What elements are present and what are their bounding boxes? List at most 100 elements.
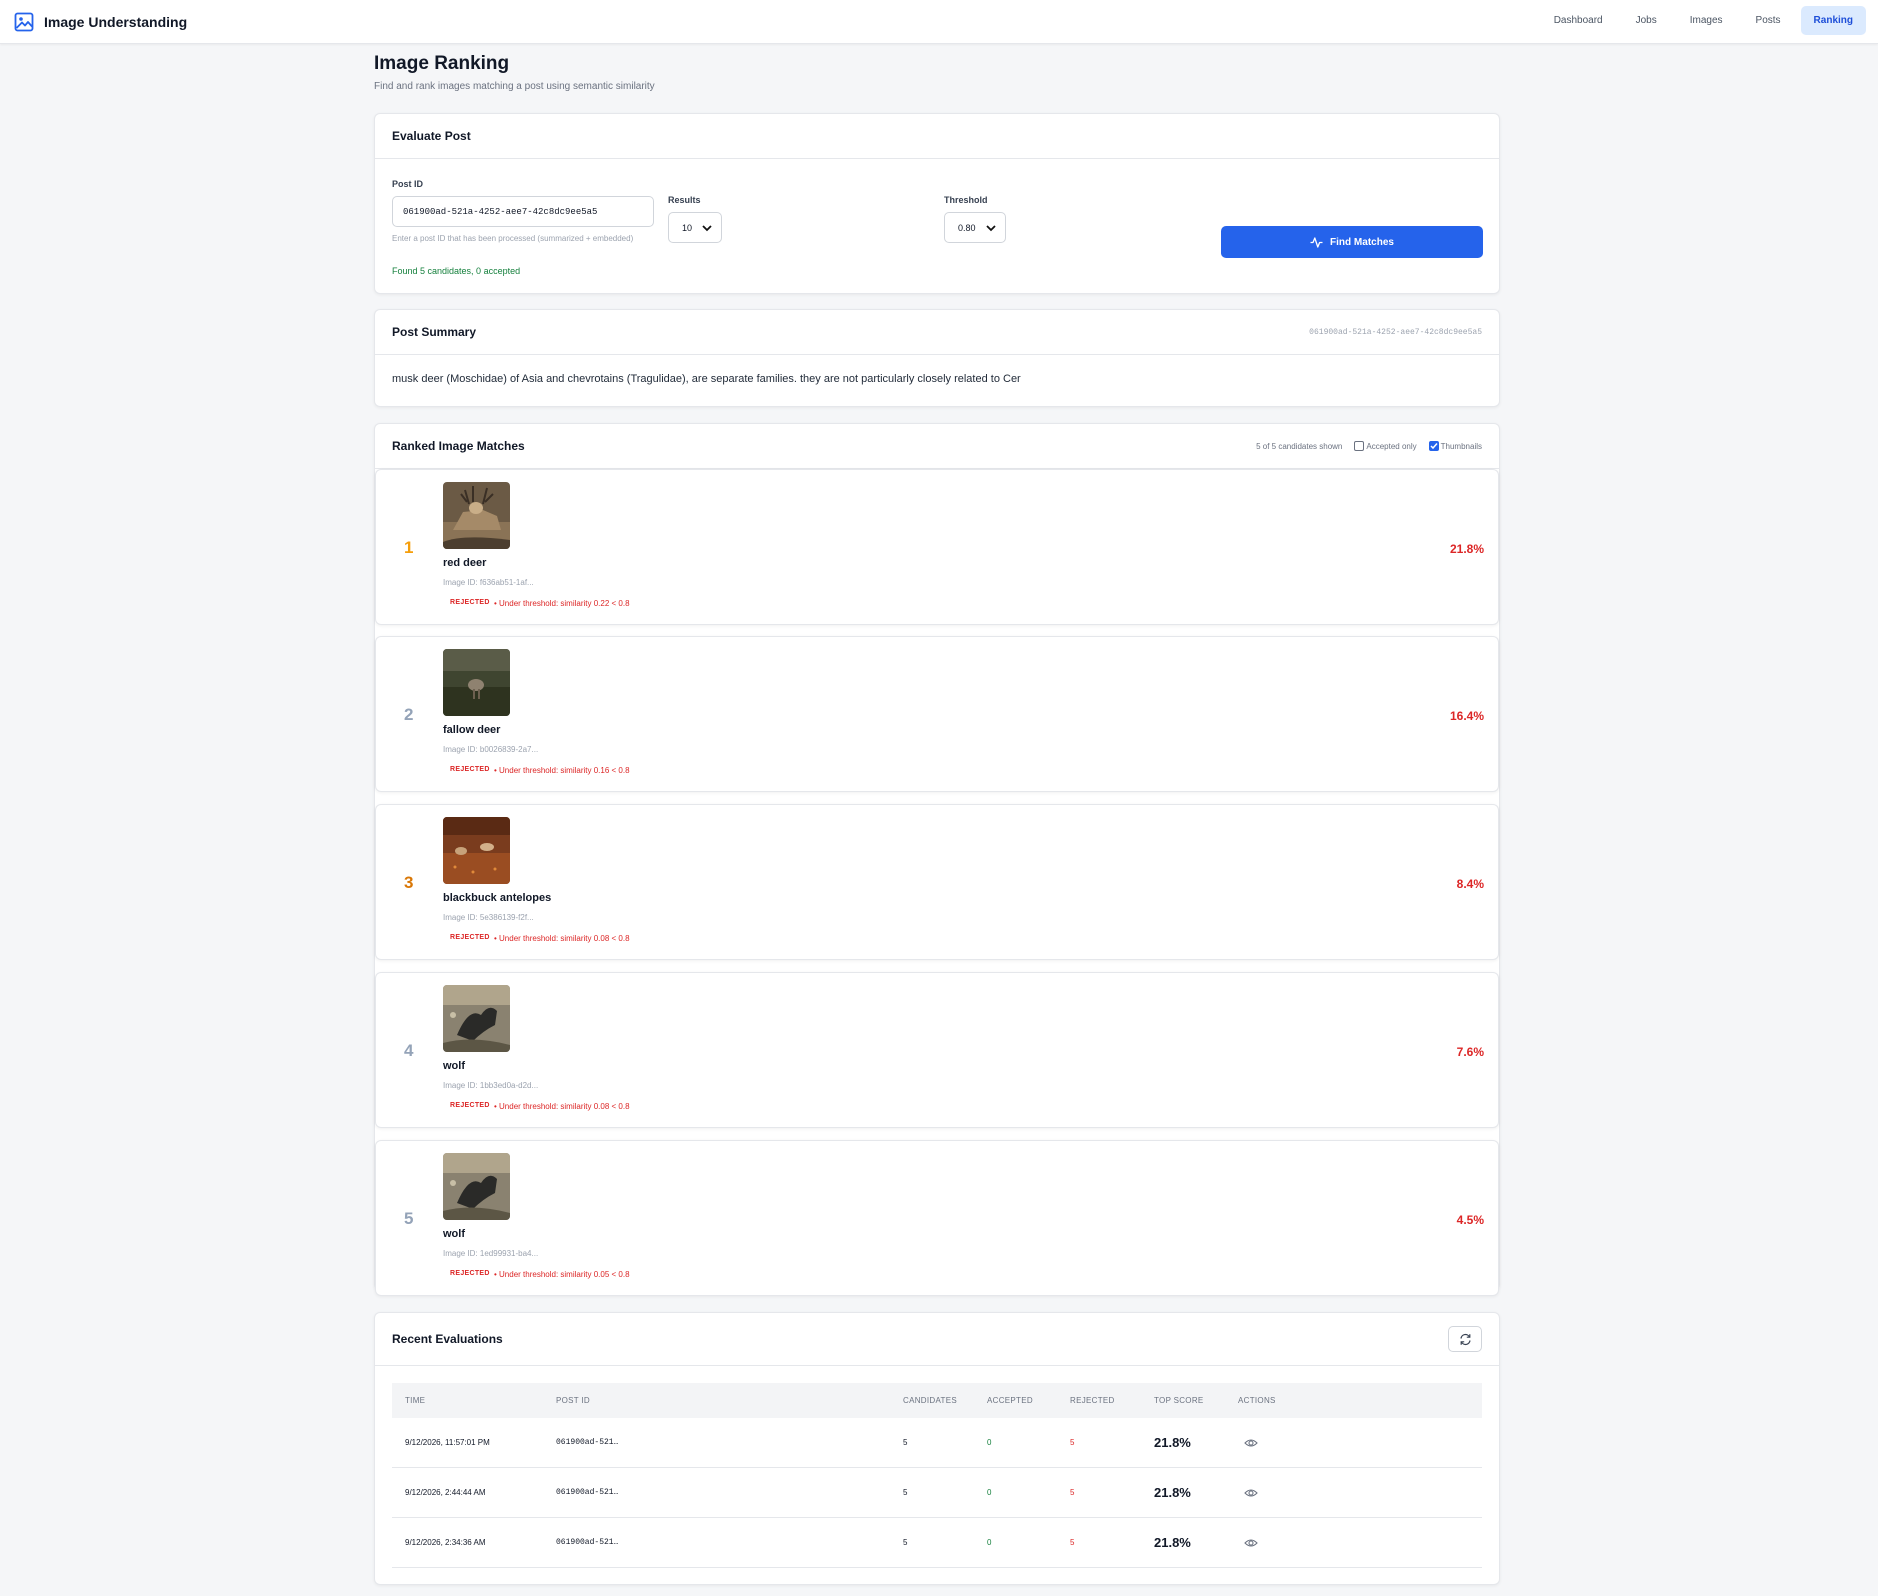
row-post-id: 061900ad-521… [556, 1488, 619, 1497]
nav-dashboard[interactable]: Dashboard [1541, 6, 1616, 35]
row-candidates: 5 [903, 1488, 908, 1497]
table-row: 9/12/2026, 2:34:36 AM 061900ad-521… 5 0 … [392, 1518, 1482, 1568]
match-image-id: Image ID: 1bb3ed0a-d2d... [443, 1081, 539, 1090]
match-image-id: Image ID: 5e386139-f2f... [443, 913, 534, 922]
match-score: 21.8% [1449, 542, 1484, 556]
match-label: wolf [443, 1060, 465, 1072]
col-post-id: POST ID [556, 1396, 590, 1405]
match-rank: 2 [404, 705, 414, 724]
match-image-id: Image ID: 1ed99931-ba4... [443, 1249, 539, 1258]
col-time: TIME [405, 1396, 426, 1405]
match-item[interactable]: 1 red deer Image ID: f636ab51-1af... REJ… [375, 469, 1499, 625]
col-actions: ACTIONS [1238, 1396, 1276, 1405]
view-button[interactable] [1244, 1418, 1258, 1467]
summary-text: musk deer (Moschidae) of Asia and chevro… [392, 373, 1021, 385]
post-id-hint: Enter a post ID that has been processed … [392, 234, 634, 243]
status-badge: REJECTED [450, 599, 490, 606]
table-row: 9/12/2026, 11:57:01 PM 061900ad-521… 5 0… [392, 1418, 1482, 1468]
rejection-reason: • Under threshold: similarity 0.08 < 0.8 [494, 934, 630, 943]
thumbnails-label: Thumbnails [1440, 441, 1482, 451]
row-accepted: 0 [987, 1438, 992, 1447]
match-label: blackbuck antelopes [443, 892, 552, 904]
status-badge: REJECTED [450, 1270, 490, 1277]
brand[interactable]: Image Understanding [14, 12, 187, 32]
find-matches-button[interactable]: Find Matches [1221, 226, 1483, 258]
app-title: Image Understanding [44, 13, 188, 30]
post-id-label: Post ID [392, 179, 424, 189]
post-id-input[interactable] [392, 196, 654, 227]
evaluate-status: Found 5 candidates, 0 accepted [392, 266, 521, 276]
match-thumbnail[interactable] [443, 649, 510, 716]
match-item[interactable]: 5 wolf Image ID: 1ed99931-ba4... REJECTE… [375, 1140, 1499, 1296]
accepted-only-label: Accepted only [1366, 441, 1417, 451]
match-score: 4.5% [1456, 1213, 1484, 1227]
rejection-reason: • Under threshold: similarity 0.05 < 0.8 [494, 1270, 630, 1279]
chevron-down-icon [702, 224, 712, 231]
col-accepted: ACCEPTED [987, 1396, 1033, 1405]
match-rank: 3 [404, 873, 414, 892]
checkbox-box[interactable] [1428, 441, 1439, 451]
nav-links: Dashboard Jobs Images Posts Ranking [1534, 6, 1866, 35]
checkbox-box[interactable] [1354, 441, 1365, 451]
rejection-reason: • Under threshold: similarity 0.22 < 0.8 [494, 599, 630, 608]
match-thumbnail[interactable] [443, 1153, 510, 1220]
match-score: 8.4% [1456, 877, 1484, 891]
card-title: Ranked Image Matches [392, 439, 525, 453]
match-rank: 5 [404, 1209, 414, 1228]
page-title: Image Ranking [374, 53, 510, 74]
results-value: 10 [682, 222, 693, 233]
threshold-value: 0.80 [958, 222, 976, 233]
eye-icon [1244, 1488, 1258, 1497]
thumbnails-checkbox[interactable]: Thumbnails [1428, 441, 1482, 451]
rejection-reason: • Under threshold: similarity 0.16 < 0.8 [494, 766, 630, 775]
nav-ranking[interactable]: Ranking [1800, 6, 1866, 35]
match-thumbnail[interactable] [443, 482, 510, 549]
match-label: red deer [443, 557, 487, 569]
page-subtitle: Find and rank images matching a post usi… [374, 81, 655, 92]
nav-jobs[interactable]: Jobs [1623, 6, 1670, 35]
col-rejected: REJECTED [1070, 1396, 1115, 1405]
row-time: 9/12/2026, 2:44:44 AM [405, 1488, 486, 1497]
row-post-id: 061900ad-521… [556, 1438, 619, 1447]
ranked-controls: 5 of 5 candidates shown Accepted only Th… [1256, 441, 1482, 451]
refresh-button[interactable] [1448, 1326, 1482, 1352]
match-item[interactable]: 3 blackbuck antelopes Image ID: 5e386139… [375, 804, 1499, 960]
post-summary-card: Post Summary 061900ad-521a-4252-aee7-42c… [374, 309, 1500, 407]
results-select[interactable]: 10 [668, 212, 722, 243]
row-rejected: 5 [1070, 1488, 1075, 1497]
row-time: 9/12/2026, 11:57:01 PM [405, 1438, 490, 1447]
status-badge: REJECTED [450, 1102, 490, 1109]
match-label: fallow deer [443, 724, 501, 736]
check-icon [1430, 443, 1438, 450]
view-button[interactable] [1244, 1518, 1258, 1567]
nav-images[interactable]: Images [1677, 6, 1736, 35]
row-post-id: 061900ad-521… [556, 1538, 619, 1547]
match-image-id: Image ID: b0026839-2a7... [443, 745, 539, 754]
view-button[interactable] [1244, 1468, 1258, 1517]
threshold-select[interactable]: 0.80 [944, 212, 1006, 243]
table-header: TIME POST ID CANDIDATES ACCEPTED REJECTE… [392, 1383, 1482, 1418]
row-time: 9/12/2026, 2:34:36 AM [405, 1538, 486, 1547]
table-row: 9/12/2026, 2:44:44 AM 061900ad-521… 5 0 … [392, 1468, 1482, 1518]
col-candidates: CANDIDATES [903, 1396, 957, 1405]
find-matches-label: Find Matches [1330, 236, 1394, 248]
match-thumbnail[interactable] [443, 817, 510, 884]
page-content: Image Ranking Find and rank images match… [374, 53, 1500, 1585]
match-label: wolf [443, 1228, 465, 1240]
recent-evaluations-card: Recent Evaluations TIME POST ID CANDIDAT… [374, 1312, 1500, 1585]
threshold-label: Threshold [944, 195, 988, 205]
eye-icon [1244, 1438, 1258, 1447]
image-icon [14, 12, 34, 31]
match-item[interactable]: 2 fallow deer Image ID: b0026839-2a7... … [375, 636, 1499, 792]
eye-icon [1244, 1538, 1258, 1547]
match-image-id: Image ID: f636ab51-1af... [443, 578, 534, 587]
match-score: 16.4% [1449, 709, 1484, 723]
top-navbar: Image Understanding Dashboard Jobs Image… [0, 0, 1878, 44]
match-item[interactable]: 4 wolf Image ID: 1bb3ed0a-d2d... REJECTE… [375, 972, 1499, 1128]
match-thumbnail[interactable] [443, 985, 510, 1052]
row-rejected: 5 [1070, 1538, 1075, 1547]
nav-posts[interactable]: Posts [1743, 6, 1794, 35]
activity-icon [1310, 236, 1323, 248]
row-top-score: 21.8% [1154, 1485, 1191, 1500]
accepted-only-checkbox[interactable]: Accepted only [1354, 441, 1417, 451]
